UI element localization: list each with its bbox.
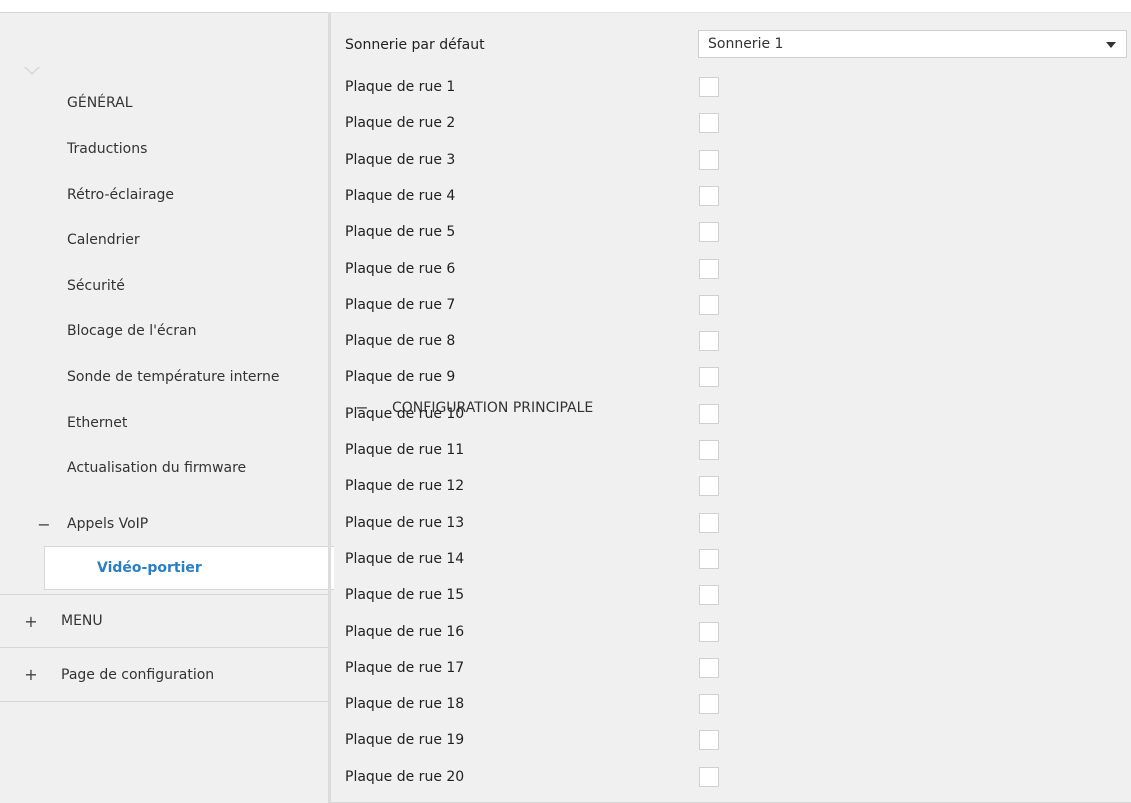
street-plate-label: Plaque de rue 13 xyxy=(345,515,465,531)
street-plate-label: Plaque de rue 5 xyxy=(345,224,456,240)
sidebar-item-general[interactable]: GÉNÉRAL xyxy=(67,91,133,115)
street-plate-checkbox[interactable] xyxy=(699,549,719,569)
street-plate-checkbox[interactable] xyxy=(699,259,719,279)
street-plate-checkbox[interactable] xyxy=(699,658,719,678)
street-plate-label: Plaque de rue 7 xyxy=(345,297,456,313)
sidebar-item-label: Vidéo-portier xyxy=(97,560,202,576)
sidebar: − CONFIGURATION PRINCIPALE GÉNÉRAL Tradu… xyxy=(0,12,1131,803)
street-plate-checkbox[interactable] xyxy=(699,440,719,460)
section-menu[interactable]: + MENU xyxy=(0,594,328,648)
sidebar-item-video-portier[interactable]: Vidéo-portier xyxy=(44,546,334,590)
street-plate-label: Plaque de rue 2 xyxy=(345,115,456,131)
street-plate-checkbox[interactable] xyxy=(699,113,719,133)
street-plate-checkbox[interactable] xyxy=(699,622,719,642)
section-page-de-configuration[interactable]: + Page de configuration xyxy=(0,648,328,702)
street-plate-checkbox[interactable] xyxy=(699,404,719,424)
street-plate-label: Plaque de rue 10 xyxy=(345,406,465,422)
street-plate-checkbox[interactable] xyxy=(699,222,719,242)
street-plate-label: Plaque de rue 4 xyxy=(345,188,456,204)
street-plate-checkbox[interactable] xyxy=(699,694,719,714)
street-plate-label: Plaque de rue 3 xyxy=(345,152,456,168)
street-plate-checkbox[interactable] xyxy=(699,331,719,351)
street-plate-checkbox[interactable] xyxy=(699,77,719,97)
sidebar-item-blocage-ecran[interactable]: Blocage de l'écran xyxy=(67,319,197,343)
street-plate-checkbox[interactable] xyxy=(699,476,719,496)
sidebar-item-sonde-temperature[interactable]: Sonde de température interne xyxy=(67,365,280,389)
street-plate-label: Plaque de rue 1 xyxy=(345,79,456,95)
street-plate-label: Plaque de rue 15 xyxy=(345,587,465,603)
ringtone-select[interactable]: Sonnerie 1 xyxy=(698,30,1127,58)
chevron-down-icon xyxy=(1106,42,1116,48)
sidebar-item-ethernet[interactable]: Ethernet xyxy=(67,411,127,435)
sidebar-item-label: Appels VoIP xyxy=(67,516,149,532)
street-plate-label: Plaque de rue 12 xyxy=(345,478,465,494)
street-plate-label: Plaque de rue 8 xyxy=(345,333,456,349)
sidebar-item-securite[interactable]: Sécurité xyxy=(67,274,125,298)
sidebar-item-traductions[interactable]: Traductions xyxy=(67,137,147,161)
sidebar-item-calendrier[interactable]: Calendrier xyxy=(67,228,140,252)
street-plate-checkbox[interactable] xyxy=(699,367,719,387)
street-plate-label: Plaque de rue 9 xyxy=(345,369,456,385)
street-plate-checkbox[interactable] xyxy=(699,513,719,533)
street-plate-checkbox[interactable] xyxy=(699,150,719,170)
street-plate-checkbox[interactable] xyxy=(699,186,719,206)
section-label: Page de configuration xyxy=(61,666,215,683)
expand-icon[interactable]: + xyxy=(24,665,38,684)
street-plate-checkbox[interactable] xyxy=(699,295,719,315)
settings-panel: Sonnerie par défaut Sonnerie 1 Plaque de… xyxy=(331,13,1131,803)
sidebar-item-appels-voip[interactable]: − Appels VoIP xyxy=(0,511,328,537)
street-plate-label: Plaque de rue 14 xyxy=(345,551,465,567)
sidebar-item-firmware[interactable]: Actualisation du firmware xyxy=(67,456,246,480)
street-plate-label: Plaque de rue 11 xyxy=(345,442,465,458)
street-plate-checkbox[interactable] xyxy=(699,730,719,750)
ringtone-select-value: Sonnerie 1 xyxy=(708,36,784,52)
street-plate-label: Plaque de rue 17 xyxy=(345,660,465,676)
section-label: MENU xyxy=(61,613,103,629)
section-pointer-fill xyxy=(25,66,39,73)
street-plate-checkbox[interactable] xyxy=(699,585,719,605)
street-plate-label: Plaque de rue 20 xyxy=(345,769,465,785)
street-plate-checkbox[interactable] xyxy=(699,767,719,787)
expand-icon[interactable]: + xyxy=(24,612,38,631)
sidebar-item-retro-eclairage[interactable]: Rétro-éclairage xyxy=(67,183,174,207)
ringtone-label: Sonnerie par défaut xyxy=(345,37,485,53)
street-plate-label: Plaque de rue 6 xyxy=(345,261,456,277)
street-plate-label: Plaque de rue 18 xyxy=(345,696,465,712)
collapse-icon[interactable]: − xyxy=(37,515,51,534)
street-plate-label: Plaque de rue 19 xyxy=(345,732,465,748)
street-plate-label: Plaque de rue 16 xyxy=(345,624,465,640)
